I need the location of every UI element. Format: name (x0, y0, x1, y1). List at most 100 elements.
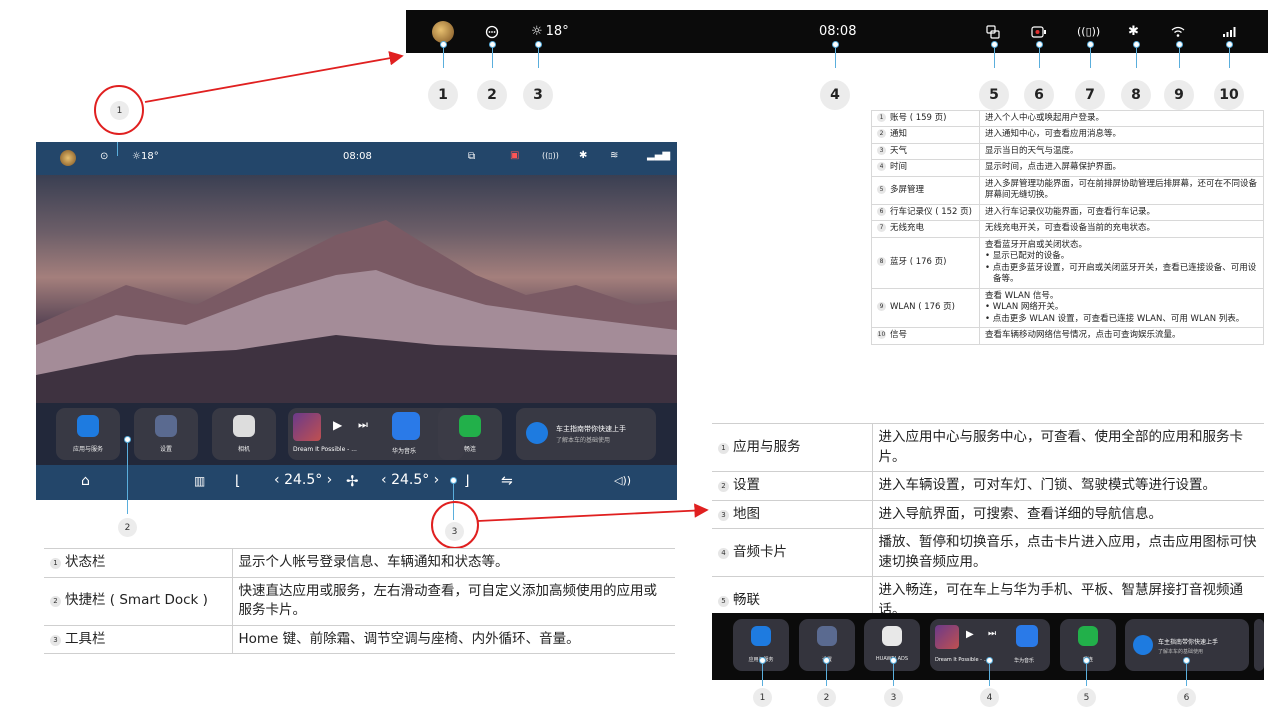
screen-dock-apps[interactable]: 应用与服务 (56, 408, 120, 460)
screen-screenshot: ⊙ ☼18° 08:08 ⧉ ▣ ((▯)) ✱ ≋ ▂▄▆ 应用与服务 设置 … (36, 142, 677, 500)
row-number: 3 (718, 509, 729, 521)
screen-dock-tip-card[interactable]: 车主指南带你快速上手 了解本车的基础使用 (516, 408, 656, 460)
row-name: 畅联 (733, 592, 760, 609)
row-number: 3 (50, 634, 61, 646)
ads-icon (882, 626, 902, 646)
temp-right[interactable]: ‹ 24.5° › (381, 472, 439, 488)
screen-dock-settings[interactable]: 设置 (134, 408, 198, 460)
screen-dock-call-label: 畅连 (463, 446, 476, 453)
screen-avatar[interactable] (60, 150, 76, 166)
screen-dock-camera-label: 相机 (237, 446, 250, 453)
row-number: 4 (718, 548, 729, 560)
row-desc: 播放、暂停和切换音乐，点击卡片进入应用，点击应用图标可快速切换音频应用。 (872, 528, 1264, 578)
callout-dot (890, 657, 897, 664)
row-number: 7 (877, 223, 886, 233)
callout-1: 1 (110, 101, 129, 120)
circulation-icon[interactable]: ⇋ (501, 473, 513, 489)
row-number: 2 (877, 129, 886, 139)
callout-badge: 2 (817, 688, 836, 707)
row-number: 2 (50, 596, 61, 608)
row-desc: 显示个人帐号登录信息、车辆通知和状态等。 (232, 548, 675, 578)
screen-dashcam-icon[interactable]: ▣ (510, 150, 519, 161)
callout-badge: 1 (753, 688, 772, 707)
seat-left-icon[interactable]: ⌊ (235, 473, 240, 489)
row-desc-line: 显示当日的天气与温度。 (985, 145, 1079, 156)
row-name: 状态栏 (65, 554, 106, 570)
screen-wifi-icon[interactable]: ≋ (610, 150, 618, 161)
screen-dock-call[interactable]: 畅连 (438, 408, 502, 460)
dock-table-row: 1 应用与服务 进入应用中心与服务中心，可查看、使用全部的应用和服务卡片。 (712, 423, 1264, 473)
row-number: 2 (718, 481, 729, 493)
next-icon[interactable]: ⏭ (988, 629, 996, 639)
row-desc-line: • 点击更多蓝牙设置，可开启或关闭蓝牙开关，查看已连接设备、可用设备等。 (985, 262, 1257, 285)
row-desc-line: 进入多屏管理功能界面，可在前排屏协助管理后排屏幕，还可在不同设备屏幕间无缝切换。 (985, 178, 1258, 201)
screen-weather[interactable]: ☼18° (132, 151, 159, 162)
tip-sub: 了解本车的基础使用 (556, 437, 611, 444)
row-desc: 快速直达应用或服务，左右滑动查看，可自定义添加高频使用的应用或服务卡片。 (232, 577, 675, 626)
song-title: Dream It Possible - ... (293, 446, 357, 453)
row-name: 地图 (733, 505, 760, 522)
play-icon[interactable]: ▶ (333, 418, 342, 432)
home-icon[interactable]: ⌂ (81, 473, 90, 489)
callout-dot (1183, 657, 1190, 664)
car-settings-icon (817, 626, 837, 646)
row-name: 账号 ( 159 页) (890, 113, 947, 123)
car-settings-icon (155, 415, 177, 437)
status-table-row: 5 多屏管理 进入多屏管理功能界面，可在前排屏协助管理后排屏幕，还可在不同设备屏幕间… (871, 175, 1264, 205)
status-table-row: 2 通知 进入通知中心，可查看应用消息等。 (871, 126, 1264, 144)
dock-zoom: 应用与服务 设置 HUAWEI ADS ▶ ⏭ Dream It Possibl… (712, 613, 1264, 680)
row-number: 10 (877, 330, 886, 340)
screen-dock-camera[interactable]: 相机 (212, 408, 276, 460)
volume-icon[interactable]: ◁)) (614, 474, 631, 487)
zoom-song-title: Dream It Possible - ... (935, 657, 989, 663)
row-name: 无线充电 (890, 223, 925, 234)
temp-left-value: 24.5° (284, 472, 323, 488)
row-desc-line: 无线充电开关，可查看设备当前的充电状态。 (985, 223, 1156, 234)
screen-multiscreen-icon[interactable]: ⧉ (468, 151, 475, 162)
music-app-icon[interactable] (1016, 625, 1038, 647)
row-desc-line: 查看 WLAN 信号。 (985, 290, 1059, 301)
row-desc: 进入应用中心与服务中心，可查看、使用全部的应用和服务卡片。 (872, 423, 1264, 473)
album-art (935, 625, 959, 649)
screen-charge-icon[interactable]: ((▯)) (542, 151, 559, 160)
callout-badge: 6 (1177, 688, 1196, 707)
row-number: 1 (718, 442, 729, 454)
camera-icon (233, 415, 255, 437)
bars-table-row: 1 状态栏 显示个人帐号登录信息、车辆通知和状态等。 (44, 548, 675, 578)
row-name: 时间 (890, 162, 908, 173)
next-icon[interactable]: ⏭ (358, 418, 368, 432)
row-desc-line: 进入行车记录仪功能界面，可查看行车记录。 (985, 206, 1156, 217)
screen-toolbar: ⌂ ▥ ⌊ ‹ 24.5° › ✢ ‹ 24.5° › ⌋ ⇋ ◁)) (36, 465, 677, 500)
zoom-card-edge (1254, 619, 1264, 671)
screen-signal-icon[interactable]: ▂▄▆ (647, 150, 670, 161)
row-number: 6 (877, 206, 886, 216)
dock-table-row: 3 地图 进入导航界面，可搜索、查看详细的导航信息。 (712, 500, 1264, 530)
fan-icon[interactable]: ✢ (346, 472, 359, 490)
screen-dock-apps-label: 应用与服务 (72, 446, 103, 453)
zoom-tip-sub: 了解本车的基础使用 (1158, 649, 1204, 655)
screen-notification-icon[interactable]: ⊙ (100, 151, 108, 162)
screen-bluetooth-icon[interactable]: ✱ (579, 150, 587, 161)
row-number: 8 (877, 256, 886, 266)
seat-right-icon[interactable]: ⌋ (464, 473, 469, 489)
music-app-icon[interactable] (392, 412, 420, 440)
row-desc-line: • 显示已配对的设备。 (985, 251, 1070, 262)
play-icon[interactable]: ▶ (966, 629, 974, 640)
callout-3: 3 (445, 522, 464, 541)
screen-dock: 应用与服务 设置 相机 ▶ ⏭ Dream It Possible - ... … (36, 403, 677, 465)
screen-clock[interactable]: 08:08 (343, 151, 372, 162)
guide-icon (1133, 635, 1153, 655)
row-name: 应用与服务 (733, 438, 801, 455)
temp-left[interactable]: ‹ 24.5° › (274, 472, 332, 488)
screen-weather-icon: ☼ (132, 151, 141, 162)
row-name: 快捷栏 ( Smart Dock ) (65, 592, 208, 609)
bars-table-row: 3 工具栏 Home 键、前除霜、调节空调与座椅、内外循环、音量。 (44, 625, 675, 655)
row-desc-line: 显示时间，点击进入屏幕保护界面。 (985, 162, 1122, 173)
status-table-row: 1 账号 ( 159 页) 进入个人中心或唤起用户登录。 (871, 109, 1264, 128)
row-number: 1 (50, 558, 61, 569)
guide-icon (526, 422, 548, 444)
row-desc: 进入车辆设置，可对车灯、门锁、驾驶模式等进行设置。 (872, 471, 1264, 501)
row-name: 多屏管理 (890, 184, 925, 195)
tip-title: 车主指南带你快速上手 (556, 425, 626, 433)
defrost-icon[interactable]: ▥ (194, 474, 205, 488)
